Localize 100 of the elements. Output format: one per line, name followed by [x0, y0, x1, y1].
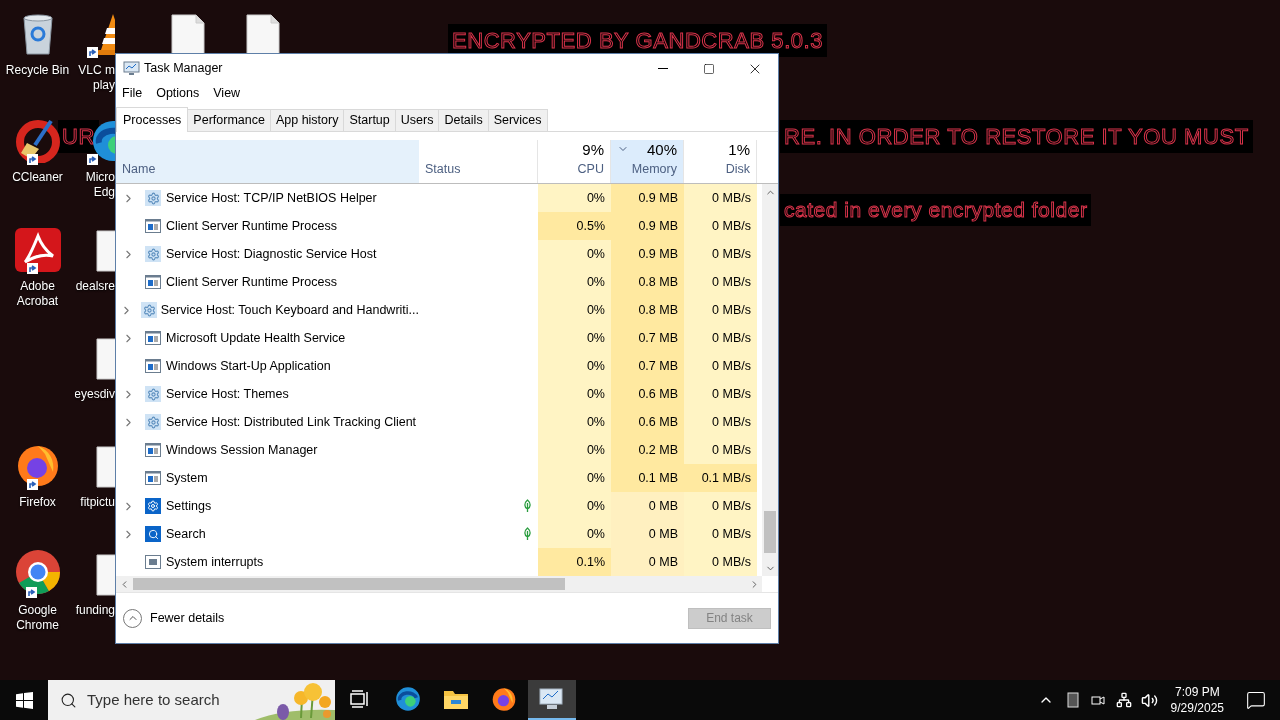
- wallpaper-text: cated in every encrypted folder: [780, 194, 1092, 226]
- table-cell: 0.7 MB: [611, 352, 684, 380]
- shortcut-arrow-icon: [26, 479, 38, 490]
- window-icon: [145, 359, 161, 373]
- tab[interactable]: Performance: [188, 109, 271, 131]
- tab[interactable]: Details: [439, 109, 489, 131]
- table-cell: 0.9 MB: [611, 184, 684, 212]
- settings-icon: [145, 498, 161, 514]
- table-cell: 0.2 MB: [611, 436, 684, 464]
- fewer-details-button[interactable]: Fewer details: [123, 608, 225, 628]
- tab[interactable]: Users: [395, 109, 440, 131]
- chrome-logo-icon: [13, 548, 62, 596]
- table-cell: 0 MB: [611, 492, 684, 520]
- tab[interactable]: App history: [270, 109, 345, 131]
- edge-logo-icon: [395, 686, 421, 712]
- desktop-icon-label[interactable]: Micro Edg: [85, 170, 115, 200]
- table-cell: 0 MB: [611, 520, 684, 548]
- table-cell: 0.6 MB: [611, 408, 684, 436]
- monitor-icon: [539, 687, 565, 711]
- process-name: System: [166, 469, 208, 487]
- desktop-icon-label[interactable]: Adobe Acrobat: [16, 279, 59, 309]
- tab[interactable]: Services: [488, 109, 548, 131]
- network-icon[interactable]: [1115, 692, 1132, 708]
- table-cell: 0 MB/s: [684, 408, 757, 436]
- menu-item[interactable]: View: [213, 83, 241, 103]
- search-icon: [60, 691, 77, 709]
- desktop-icon-label[interactable]: CCleaner: [12, 170, 63, 185]
- table-cell: 0.1 MB: [611, 464, 684, 492]
- folder-icon: [443, 688, 469, 710]
- shortcut-arrow-icon: [26, 263, 38, 274]
- maximize-icon: [703, 62, 715, 75]
- table-cell: 0%: [538, 296, 611, 324]
- taskbar-search-field[interactable]: Type here to search: [48, 680, 335, 720]
- table-cell: 0.9 MB: [611, 212, 684, 240]
- gear-icon: [145, 414, 161, 430]
- table-cell: 0.8 MB: [611, 296, 684, 324]
- column-header[interactable]: Status: [419, 140, 538, 183]
- window-title: Task Manager: [144, 60, 223, 78]
- table-cell: 0%: [538, 240, 611, 268]
- monitor-icon: [123, 61, 140, 76]
- column-header[interactable]: 1% Disk: [684, 140, 757, 183]
- menu-item[interactable]: File: [122, 83, 143, 103]
- taskbar-app-button[interactable]: [528, 680, 576, 720]
- table-cell: 0%: [538, 492, 611, 520]
- shortcut-arrow-icon: [87, 154, 98, 165]
- desktop-icon-label[interactable]: eyesdiv: [75, 387, 115, 402]
- table-cell: 0 MB/s: [684, 380, 757, 408]
- table-cell: 0 MB: [611, 548, 684, 576]
- shortcut-arrow-icon: [26, 154, 38, 165]
- window-icon: [145, 331, 161, 345]
- desktop-icon-label[interactable]: Firefox: [19, 495, 56, 510]
- desktop-icon-label[interactable]: fitpictu: [80, 495, 115, 510]
- gear-icon: [141, 302, 158, 318]
- table-cell: 0.1%: [538, 548, 611, 576]
- table-cell: 0%: [538, 268, 611, 296]
- table-cell: 0%: [538, 184, 611, 212]
- clock[interactable]: 7:09 PM 9/29/2025: [1162, 684, 1232, 716]
- tab[interactable]: Startup: [344, 109, 396, 131]
- brush-logo-icon: [14, 117, 61, 163]
- notification-icon[interactable]: [1246, 690, 1266, 710]
- scrollbar-thumb[interactable]: [133, 578, 565, 590]
- process-name: Service Host: Diagnostic Service Host: [166, 245, 377, 263]
- desktop-icon-label[interactable]: VLC m play: [78, 63, 115, 93]
- desktop-icon-label[interactable]: Google Chrome: [16, 603, 59, 633]
- desktop-icon-label[interactable]: dealsre: [75, 279, 115, 294]
- process-name: Service Host: TCP/IP NetBIOS Helper: [166, 189, 377, 207]
- table-cell: 0 MB/s: [684, 268, 757, 296]
- process-name: Service Host: Touch Keyboard and Handwriti...: [160, 301, 419, 319]
- window-icon: [145, 275, 161, 289]
- table-cell: 0%: [538, 352, 611, 380]
- gear-icon: [145, 386, 161, 402]
- minimize-icon: [658, 68, 668, 69]
- process-name: Service Host: Distributed Link Tracking Client: [166, 413, 417, 431]
- table-cell: 0 MB/s: [684, 212, 757, 240]
- wallpaper-text: RE. IN ORDER TO RESTORE IT YOU MUST: [780, 120, 1253, 153]
- window-icon: [145, 471, 161, 485]
- desktop-icon-label[interactable]: Recycle Bin: [5, 63, 70, 78]
- tablet-icon[interactable]: [1066, 692, 1079, 708]
- window-icon: [145, 219, 161, 233]
- column-header[interactable]: 40% Memory: [611, 140, 684, 183]
- menu-item[interactable]: Options: [156, 83, 200, 103]
- process-name: Windows Start-Up Application: [166, 357, 331, 375]
- table-cell: 0.9 MB: [611, 240, 684, 268]
- scrollbar-thumb[interactable]: [764, 511, 776, 553]
- horizontal-scrollbar[interactable]: [116, 576, 762, 592]
- table-cell: 0.1 MB/s: [684, 464, 757, 492]
- table-cell: 0 MB/s: [684, 240, 757, 268]
- volume-icon[interactable]: [1140, 691, 1158, 709]
- table-cell: 0 MB/s: [684, 184, 757, 212]
- tab[interactable]: Processes: [116, 107, 189, 132]
- table-cell: 0 MB/s: [684, 548, 757, 576]
- table-cell: 0 MB/s: [684, 324, 757, 352]
- windows-logo-icon: [15, 691, 33, 709]
- process-name: Client Server Runtime Process: [166, 273, 337, 291]
- vertical-scrollbar[interactable]: [762, 184, 778, 576]
- pdf-logo-icon: [14, 228, 61, 272]
- process-name: Microsoft Update Health Service: [166, 329, 346, 347]
- column-header[interactable]: Name: [116, 140, 419, 183]
- desktop-icon-label[interactable]: funding: [75, 603, 115, 618]
- search-icon: [145, 526, 161, 542]
